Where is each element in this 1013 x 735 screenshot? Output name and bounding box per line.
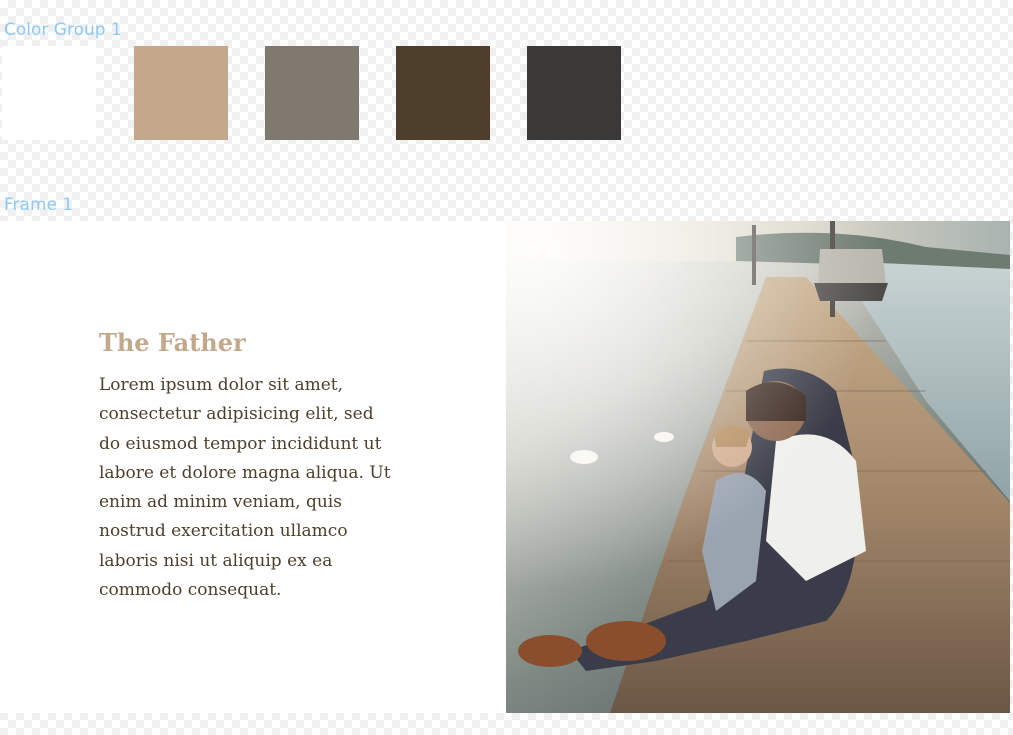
dock-photo-image: [506, 221, 1010, 713]
color-group-label[interactable]: Color Group 1: [4, 22, 122, 39]
swatch-dark-brown[interactable]: [396, 46, 490, 140]
swatch-tan[interactable]: [134, 46, 228, 140]
frame-1[interactable]: The Father Lorem ipsum dolor sit amet, c…: [0, 221, 1010, 713]
swatch-taupe[interactable]: [265, 46, 359, 140]
swatch-white[interactable]: [2, 46, 96, 140]
swatch-charcoal[interactable]: [527, 46, 621, 140]
frame-heading: The Father: [99, 328, 246, 357]
frame-label[interactable]: Frame 1: [4, 197, 73, 214]
frame-body-text: Lorem ipsum dolor sit amet, consectetur …: [99, 375, 391, 601]
